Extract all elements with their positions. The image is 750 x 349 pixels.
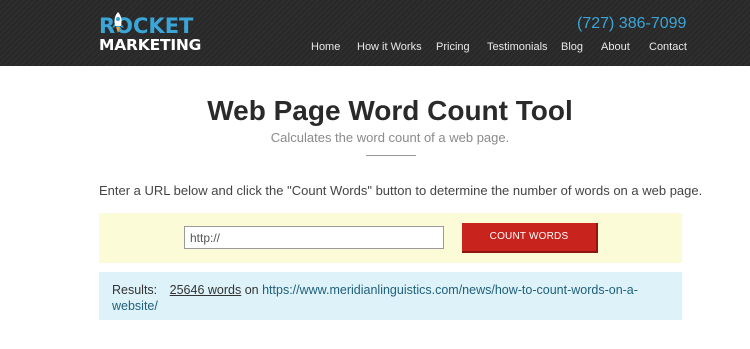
rocket-marketing-logo[interactable]: ROCKET MARKETING [99, 12, 202, 54]
site-header: ROCKET MARKETING (727) 386-7099 Home How… [0, 0, 750, 66]
results-panel: Results: 25646 words on https://www.meri… [99, 272, 682, 320]
rocket-icon [112, 12, 124, 33]
nav-item-how-it-works[interactable]: How it Works [357, 41, 422, 53]
logo-text-bottom: MARKETING [99, 36, 202, 54]
title-divider [366, 155, 416, 156]
nav-item-testimonials[interactable]: Testimonials [487, 41, 548, 53]
word-count-link[interactable]: 25646 words [170, 283, 242, 297]
nav-item-blog[interactable]: Blog [561, 41, 583, 53]
nav-item-home[interactable]: Home [311, 41, 340, 53]
url-input[interactable] [184, 226, 444, 249]
nav-item-contact[interactable]: Contact [649, 41, 687, 53]
instructions-text: Enter a URL below and click the "Count W… [99, 183, 703, 198]
results-label: Results: [112, 283, 158, 297]
page-subtitle: Calculates the word count of a web page. [270, 130, 510, 145]
nav-item-about[interactable]: About [601, 41, 630, 53]
results-on-text: on [244, 283, 259, 297]
page-title: Web Page Word Count Tool [207, 95, 573, 126]
count-words-button[interactable]: COUNT WORDS [462, 223, 598, 253]
word-count-form: COUNT WORDS [99, 213, 682, 263]
nav-item-pricing[interactable]: Pricing [436, 41, 470, 53]
phone-number[interactable]: (727) 386-7099 [577, 15, 686, 33]
